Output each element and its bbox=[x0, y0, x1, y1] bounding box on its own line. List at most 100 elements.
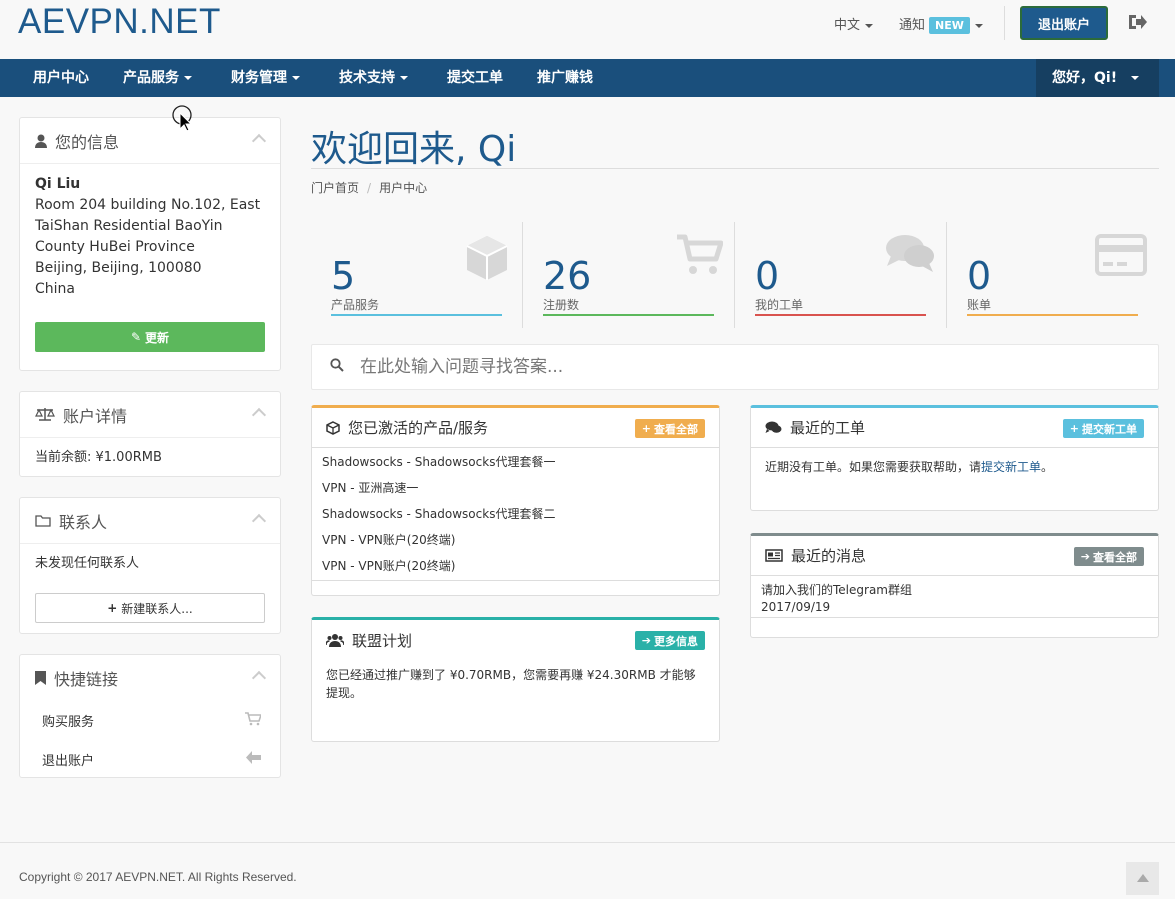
panel-header[interactable]: 您的信息 bbox=[20, 118, 280, 164]
nav-label: 产品服务 bbox=[123, 70, 179, 86]
service-item[interactable]: VPN - VPN账户(20终端) bbox=[312, 527, 719, 553]
stat-invoices[interactable]: 0 账单 bbox=[947, 222, 1159, 328]
card-title: 最近的消息 bbox=[791, 547, 867, 565]
user-menu[interactable]: 您好，Qi! bbox=[1036, 59, 1159, 97]
chevron-up-icon[interactable] bbox=[251, 670, 267, 686]
nav-item-affiliates[interactable]: 推广赚钱 bbox=[537, 59, 593, 97]
language-selector[interactable]: 中文 bbox=[834, 14, 874, 33]
panel-header[interactable]: 快捷链接 bbox=[20, 655, 280, 701]
view-all-news-button[interactable]: ➔ 查看全部 bbox=[1073, 547, 1144, 566]
button-label: 更多信息 bbox=[654, 634, 698, 648]
cube-icon bbox=[463, 234, 511, 286]
nav-item-support[interactable]: 技术支持 bbox=[339, 59, 408, 97]
user-icon bbox=[35, 134, 47, 148]
stat-tickets[interactable]: 0 我的工单 bbox=[735, 222, 947, 328]
tickets-text: 近期没有工单。如果您需要获取帮助，请 bbox=[765, 460, 982, 474]
plus-icon: + bbox=[107, 601, 118, 615]
account-details-panel: 账户详情 当前余额: ¥1.00RMB bbox=[19, 391, 281, 477]
plus-icon: + bbox=[1069, 422, 1079, 435]
nav-item-open-ticket[interactable]: 提交工单 bbox=[447, 59, 503, 97]
nav-item-services[interactable]: 产品服务 bbox=[123, 59, 192, 97]
quick-links-panel: 快捷链接 购买服务 退出账户 bbox=[19, 654, 281, 778]
site-logo[interactable]: AEVPN.NET bbox=[18, 2, 221, 42]
chevron-up-icon[interactable] bbox=[251, 407, 267, 423]
card-header: 联盟计划 ➔ 更多信息 bbox=[312, 620, 719, 660]
your-info-panel: 您的信息 Qi Liu Room 204 building No.102, Ea… bbox=[19, 117, 281, 371]
bookmark-icon bbox=[35, 671, 46, 685]
panel-header[interactable]: 联系人 bbox=[20, 498, 280, 544]
kb-search-input[interactable] bbox=[360, 357, 1060, 377]
address-line: China bbox=[35, 281, 75, 297]
service-item[interactable]: Shadowsocks - Shadowsocks代理套餐二 bbox=[312, 501, 719, 527]
cart-icon bbox=[245, 711, 263, 730]
notifications-menu[interactable]: 通知 NEW bbox=[899, 14, 983, 34]
stat-underline bbox=[331, 314, 502, 316]
stat-underline bbox=[543, 314, 714, 316]
back-to-top-button[interactable] bbox=[1126, 862, 1159, 895]
quick-link-buy-service[interactable]: 购买服务 bbox=[20, 701, 280, 740]
address-line: County HuBei Province bbox=[35, 239, 195, 255]
affiliate-card: 联盟计划 ➔ 更多信息 您已经通过推广赚到了 ¥0.70RMB，您需要再赚 ¥24… bbox=[311, 617, 720, 742]
card-header: 您已激活的产品/服务 + 查看全部 bbox=[312, 408, 719, 448]
tickets-text-end: 。 bbox=[1041, 460, 1054, 474]
panel-title: 您的信息 bbox=[55, 132, 120, 152]
more-info-button[interactable]: ➔ 更多信息 bbox=[634, 631, 705, 650]
title-divider bbox=[311, 168, 1159, 169]
kb-search-bar[interactable] bbox=[311, 344, 1159, 390]
recent-news-card: 最近的消息 ➔ 查看全部 请加入我们的Telegram群组 2017/09/19 bbox=[750, 533, 1159, 638]
button-label: 查看全部 bbox=[1093, 550, 1137, 564]
chevron-down-icon bbox=[865, 23, 874, 28]
newspaper-icon bbox=[765, 549, 783, 562]
logout-button[interactable]: 退出账户 bbox=[1020, 6, 1108, 40]
nav-item-client-area[interactable]: 用户中心 bbox=[33, 59, 89, 97]
contacts-panel: 联系人 未发现任何联系人 + 新建联系人... bbox=[19, 497, 281, 634]
service-item[interactable]: VPN - 亚洲高速一 bbox=[312, 475, 719, 501]
chevron-up-icon[interactable] bbox=[251, 513, 267, 529]
nav-label: 财务管理 bbox=[231, 70, 287, 86]
sign-out-icon[interactable] bbox=[1127, 13, 1147, 35]
nav-label: 推广赚钱 bbox=[537, 70, 593, 86]
stat-underline bbox=[755, 314, 926, 316]
chevron-up-icon[interactable] bbox=[251, 133, 267, 149]
view-all-services-button[interactable]: + 查看全部 bbox=[634, 419, 705, 438]
stat-registrations[interactable]: 26 注册数 bbox=[523, 222, 735, 328]
panel-header[interactable]: 账户详情 bbox=[20, 392, 280, 438]
credit-card-icon bbox=[1095, 234, 1147, 280]
open-new-ticket-button[interactable]: + 提交新工单 bbox=[1062, 419, 1144, 438]
new-contact-button[interactable]: + 新建联系人... bbox=[35, 593, 265, 623]
service-item[interactable]: VPN - VPN账户(20终端) bbox=[312, 553, 719, 579]
stat-value: 26 bbox=[543, 254, 592, 298]
client-name: Qi Liu bbox=[35, 176, 81, 192]
nav-label: 技术支持 bbox=[339, 70, 395, 86]
stat-services[interactable]: 5 产品服务 bbox=[311, 222, 523, 328]
folder-icon bbox=[35, 514, 51, 527]
cart-icon bbox=[677, 234, 724, 280]
card-title: 您已激活的产品/服务 bbox=[348, 419, 489, 437]
card-title: 最近的工单 bbox=[790, 419, 866, 437]
button-label: 查看全部 bbox=[654, 422, 698, 436]
stat-label: 账单 bbox=[967, 298, 992, 312]
service-item[interactable]: Shadowsocks - Shadowsocks代理套餐一 bbox=[312, 449, 719, 475]
comments-icon bbox=[765, 421, 782, 434]
nav-label: 用户中心 bbox=[33, 70, 89, 86]
cube-icon bbox=[326, 420, 340, 435]
breadcrumb: 门户首页 / 用户中心 bbox=[311, 179, 427, 196]
quick-link-logout[interactable]: 退出账户 bbox=[20, 740, 280, 779]
pencil-icon: ✎ bbox=[130, 330, 142, 344]
search-icon bbox=[330, 358, 344, 376]
chevron-down-icon bbox=[400, 76, 408, 80]
news-item[interactable]: 请加入我们的Telegram群组 2017/09/19 bbox=[751, 576, 1158, 618]
nav-item-billing[interactable]: 财务管理 bbox=[231, 59, 300, 97]
chevron-up-icon bbox=[1136, 871, 1149, 886]
panel-title: 快捷链接 bbox=[54, 670, 119, 689]
top-header: AEVPN.NET 中文 通知 NEW 退出账户 bbox=[0, 0, 1175, 59]
breadcrumb-home[interactable]: 门户首页 bbox=[311, 181, 359, 195]
address-line: Beijing, Beijing, 100080 bbox=[35, 260, 202, 276]
update-button[interactable]: ✎ 更新 bbox=[35, 322, 265, 352]
footer-divider bbox=[0, 842, 1175, 843]
open-ticket-link[interactable]: 提交新工单 bbox=[981, 460, 1041, 474]
active-services-card: 您已激活的产品/服务 + 查看全部 Shadowsocks - Shadowsoc… bbox=[311, 405, 720, 596]
arrow-right-icon: ➔ bbox=[641, 634, 651, 647]
stat-underline bbox=[967, 314, 1138, 316]
stat-value: 0 bbox=[967, 254, 992, 298]
